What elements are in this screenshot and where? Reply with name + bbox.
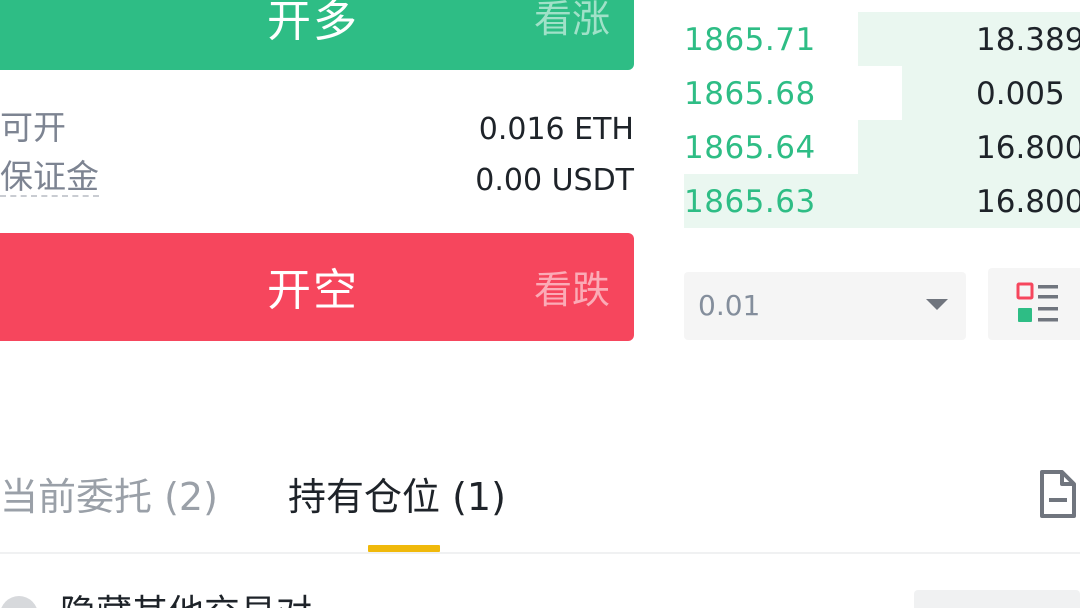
close-all-button[interactable] [914, 590, 1080, 608]
order-book-bids: 1865.71 18.389 1865.68 0.005 1865.64 16.… [684, 0, 1080, 228]
order-book-row[interactable]: 1865.63 16.800 [684, 174, 1080, 228]
order-history-button[interactable] [1038, 468, 1078, 524]
bid-price: 1865.71 [684, 22, 816, 58]
caret-down-icon [926, 299, 948, 310]
order-book-row[interactable]: 1865.64 16.800 [684, 120, 1080, 174]
tab-positions[interactable]: 持有仓位 (1) [288, 474, 506, 520]
bid-amount: 16.800 [976, 130, 1080, 166]
bid-price: 1865.63 [684, 184, 816, 220]
open-long-label: 开多 [267, 0, 359, 47]
hide-other-pairs-label: 隐藏其他交易对 [60, 592, 312, 608]
precision-value: 0.01 [698, 289, 761, 322]
margin-label[interactable]: 保证金 [0, 159, 99, 197]
bid-price: 1865.64 [684, 130, 816, 166]
open-short-label: 开空 [267, 265, 359, 316]
bearish-label: 看跌 [533, 268, 610, 312]
bid-amount: 16.800 [976, 184, 1080, 220]
available-label: 可开 [0, 108, 66, 147]
orderbook-layout-icon [1016, 282, 1058, 322]
available-value: 0.016 ETH [478, 112, 634, 147]
open-short-button[interactable]: 开空 看跌 [0, 233, 634, 341]
bid-amount: 0.005 [976, 76, 1065, 112]
order-book-row[interactable]: 1865.71 18.389 [684, 12, 1080, 66]
futures-trade-screen: 开多 看涨 可开 0.016 ETH 保证金 0.00 USDT 开空 看跌 1… [0, 0, 1080, 608]
document-icon [1040, 470, 1076, 518]
tabs-divider [0, 552, 1080, 554]
hide-other-pairs-checkbox[interactable] [0, 596, 38, 608]
precision-dropdown[interactable]: 0.01 [684, 272, 966, 340]
available-row: 可开 0.016 ETH [0, 108, 634, 152]
bid-price: 1865.68 [684, 76, 816, 112]
tab-open-orders[interactable]: 当前委托 (2) [0, 474, 218, 520]
order-book-row[interactable]: 1865.68 0.005 [684, 66, 1080, 120]
bid-amount: 18.389 [976, 22, 1080, 58]
orderbook-layout-toggle[interactable] [988, 268, 1080, 340]
margin-row: 保证金 0.00 USDT [0, 159, 634, 203]
open-long-button[interactable]: 开多 看涨 [0, 0, 634, 70]
bullish-label: 看涨 [533, 0, 610, 41]
margin-value: 0.00 USDT [475, 163, 634, 198]
active-tab-indicator [368, 545, 440, 552]
